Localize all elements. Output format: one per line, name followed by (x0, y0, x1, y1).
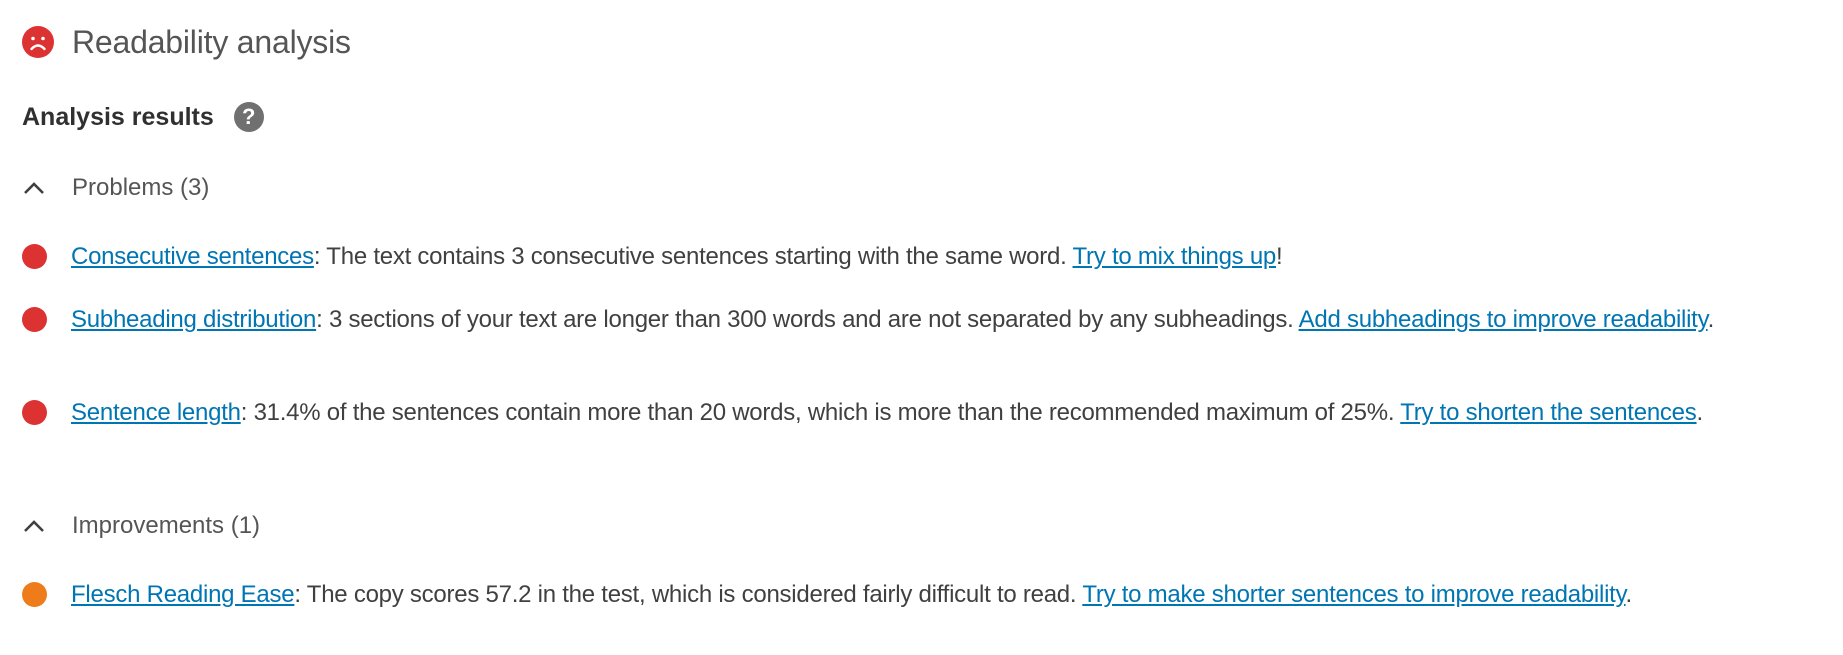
analysis-results-title: Analysis results (22, 102, 214, 131)
result-suffix: ! (1276, 243, 1283, 270)
result-suffix: . (1696, 399, 1704, 426)
question-mark-icon[interactable]: ? (233, 102, 264, 132)
analysis-results-heading: Analysis results ? (22, 97, 264, 137)
result-suffix: . (1625, 581, 1633, 608)
result-message: : The copy scores 57.2 in the test, whic… (294, 581, 1083, 608)
result-text: Flesch Reading Ease: The copy scores 57.… (71, 575, 1632, 615)
problem-bullet-icon (22, 244, 47, 269)
problems-section-label: Problems (3) (72, 174, 210, 201)
result-item: Consecutive sentences: The text contains… (22, 237, 1835, 277)
result-link-subheading-distribution[interactable]: Subheading distribution (71, 306, 316, 333)
result-link-flesch-reading-ease[interactable]: Flesch Reading Ease (71, 581, 295, 608)
result-item: Flesch Reading Ease: The copy scores 57.… (22, 575, 1835, 615)
problem-bullet-icon (22, 400, 47, 425)
page-title: Readability analysis (72, 23, 351, 60)
result-text: Subheading distribution: 3 sections of y… (71, 300, 1714, 340)
result-action-link[interactable]: Try to make shorter sentences to improve… (1082, 581, 1625, 608)
improvements-section-label: Improvements (1) (72, 512, 261, 539)
chevron-up-icon (24, 182, 44, 194)
result-link-sentence-length[interactable]: Sentence length (71, 399, 241, 426)
chevron-up-icon (24, 520, 44, 532)
result-text: Sentence length: 31.4% of the sentences … (71, 393, 1703, 433)
result-link-consecutive-sentences[interactable]: Consecutive sentences (71, 243, 314, 270)
sad-face-icon (22, 26, 54, 58)
result-text: Consecutive sentences: The text contains… (71, 237, 1283, 277)
improvements-section-toggle[interactable]: Improvements (1) (22, 508, 260, 544)
improvement-bullet-icon (22, 582, 47, 607)
result-item: Subheading distribution: 3 sections of y… (22, 300, 1835, 340)
result-action-link[interactable]: Try to shorten the sentences (1400, 399, 1697, 426)
result-action-link[interactable]: Add subheadings to improve readability (1299, 306, 1708, 333)
result-item: Sentence length: 31.4% of the sentences … (22, 393, 1835, 433)
result-message: : The text contains 3 consecutive senten… (313, 243, 1073, 270)
problem-bullet-icon (22, 307, 47, 332)
result-action-link[interactable]: Try to mix things up (1073, 243, 1277, 270)
problems-section-toggle[interactable]: Problems (3) (22, 170, 209, 206)
readability-header: Readability analysis (22, 20, 351, 64)
result-message: : 3 sections of your text are longer tha… (316, 306, 1299, 333)
result-message: : 31.4% of the sentences contain more th… (240, 399, 1401, 426)
result-suffix: . (1707, 306, 1715, 333)
